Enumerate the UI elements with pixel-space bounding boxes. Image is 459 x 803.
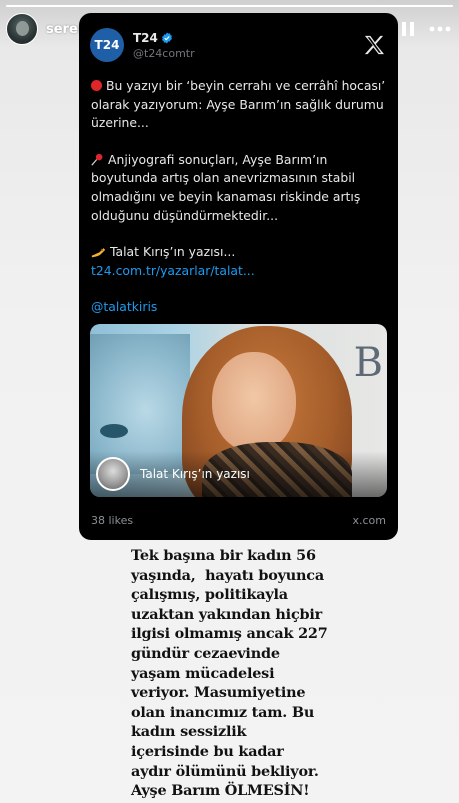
x-logo-icon [361,32,387,58]
writing-hand-icon [91,248,106,258]
background-letter: B [353,340,383,386]
caption-line: yaşam mücadelesi [131,664,275,682]
caption-line: kadın sessizlik [131,723,247,741]
tweet-link-preview-image[interactable]: B Talat Kırış’ın yazısı [90,324,387,497]
tweet-footer: 38 likes x.com [91,512,386,528]
account-handle: @t24comtr [133,46,195,60]
woman-face-shape [212,352,296,452]
t24-logo: T24 [90,28,124,62]
red-circle-icon [91,80,102,91]
caption-line: yaşında, hayatı boyunca [131,566,324,584]
caption-line: gündür cezaevinde [131,644,280,662]
source-domain[interactable]: x.com [353,514,387,527]
tweet-paragraph-3: Talat Kırış’ın yazısı... [91,243,389,262]
pause-icon[interactable] [395,16,421,42]
more-icon[interactable] [427,16,453,42]
tweet-header: T24 T24 @t24comtr [90,25,387,65]
account-name: T24 [133,30,158,45]
pushpin-icon [91,153,103,166]
poster-eye-shape [100,424,128,438]
caption-line: aydır ölümünü bekliyor. [131,762,319,780]
tweet-text: Bu yazıyı bir ‘beyin cerrahı ve cerrâhî … [91,77,389,335]
tweet-link[interactable]: t24.com.tr/yazarlar/talat... [91,263,255,278]
caption-line: Ayşe Barım ÖLMESİN! [131,782,310,800]
tweet-mention-line: @talatkiris [91,298,389,317]
caption-line: uzaktan yakından hiçbir [131,605,323,623]
story-progress-fill [6,5,453,7]
tweet-link-line: t24.com.tr/yazarlar/talat... [91,262,389,281]
story-caption-text: Tek başına bir kadın 56 yaşında, hayatı … [131,546,371,801]
avatar[interactable] [6,13,38,45]
author-avatar [96,457,130,491]
tweet-paragraph-2: Anjiyografi sonuçları, Ayşe Barım’ın boy… [91,151,361,223]
caption-line: ilgisi olmamış ancak 227 [131,625,328,643]
story-progress-bar [6,5,453,7]
caption-line: veriyor. Masumiyetine [131,684,306,702]
tweet-mention[interactable]: @talatkiris [91,299,157,314]
caption-line: olan inancımız tam. Bu [131,703,315,721]
likes-count[interactable]: 38 likes [91,514,133,527]
image-caption-text: Talat Kırış’ın yazısı [140,467,250,481]
tweet-card[interactable]: T24 T24 @t24comtr Bu yazıyı bir ‘beyin c… [79,13,398,540]
caption-line: Tek başına bir kadın 56 [131,547,316,564]
verified-icon [161,32,172,43]
tweet-account: T24 @t24comtr [133,31,195,60]
image-caption-bar: Talat Kırış’ın yazısı [90,451,387,497]
tweet-paragraph-1: Bu yazıyı bir ‘beyin cerrahı ve cerrâhî … [91,78,386,131]
caption-line: çalışmış, politikayla [131,586,288,604]
caption-line: içerisinde bu kadar [131,742,284,760]
